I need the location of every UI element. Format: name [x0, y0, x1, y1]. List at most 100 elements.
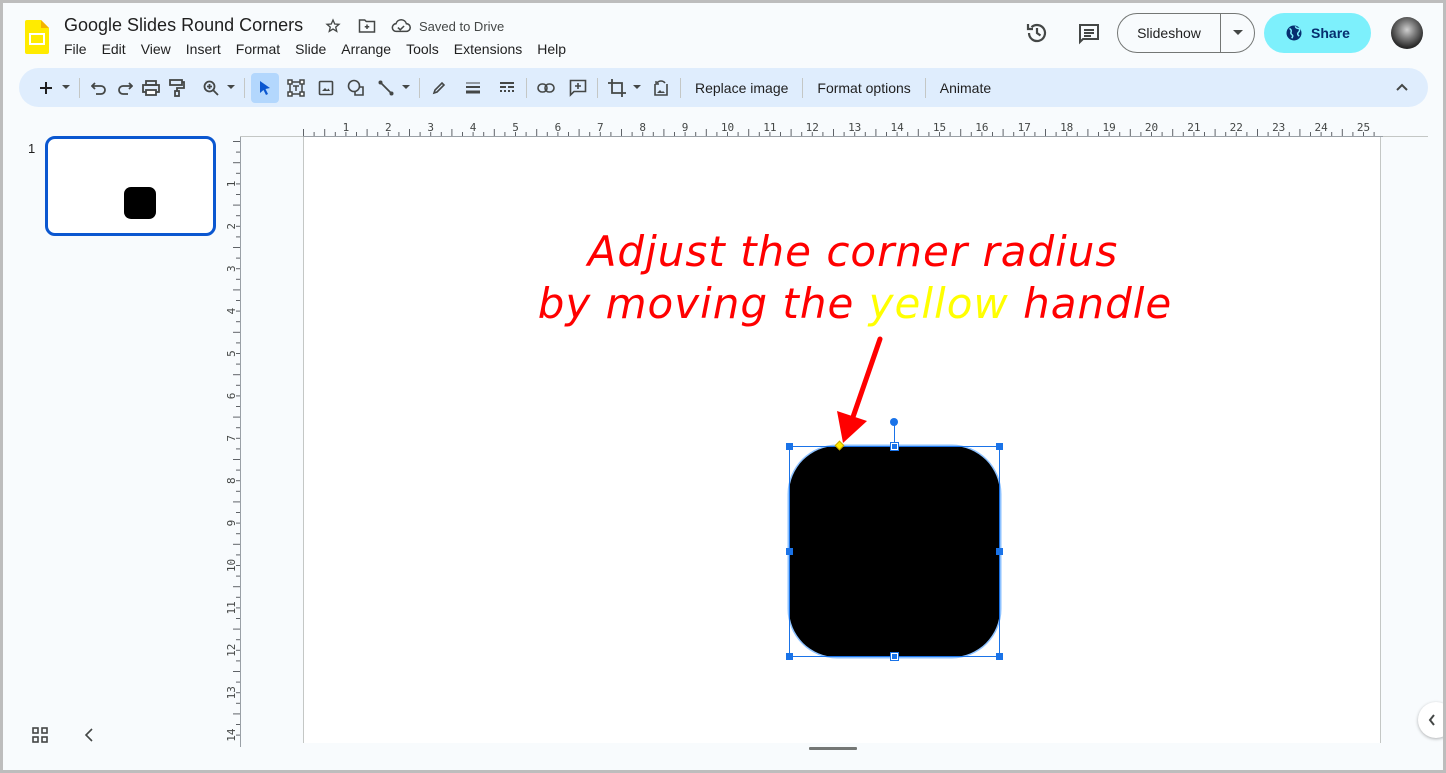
shapes-icon: [347, 79, 364, 96]
rounded-rectangle-shape[interactable]: [789, 446, 1000, 657]
menu-bar: File Edit View Insert Format Slide Arran…: [64, 41, 581, 57]
annotation-line-1: Adjust the corner radius: [587, 227, 1119, 276]
ruler-label: 2: [385, 121, 392, 134]
share-label: Share: [1311, 25, 1350, 41]
resize-handle-top-right[interactable]: [996, 443, 1003, 450]
ruler-label: 23: [1272, 121, 1285, 134]
undo-icon: [91, 81, 106, 95]
print-button[interactable]: [138, 73, 164, 103]
ruler-label: 4: [470, 121, 477, 134]
undo-button[interactable]: [86, 73, 112, 103]
menu-edit[interactable]: Edit: [102, 41, 133, 57]
caret-down-icon: [62, 85, 70, 89]
ruler-label: 11: [763, 121, 776, 134]
ruler-label: 4: [225, 307, 238, 314]
resize-handle-bottom[interactable]: [890, 652, 899, 661]
speaker-notes-drag-handle[interactable]: [809, 747, 857, 750]
border-weight-button[interactable]: [460, 73, 486, 103]
redo-button[interactable]: [112, 73, 138, 103]
resize-handle-right[interactable]: [996, 548, 1003, 555]
toolbar-divider: [419, 77, 420, 98]
crop-icon: [608, 78, 626, 97]
ruler-label: 13: [848, 121, 861, 134]
ruler-label: 13: [225, 686, 238, 699]
zoom-button[interactable]: [198, 73, 224, 103]
menu-extensions[interactable]: Extensions: [454, 41, 529, 57]
collapse-filmstrip-icon[interactable]: [83, 727, 95, 743]
horizontal-ruler[interactable]: 1 2 3 4 5 6 7 8 9 10 11 12 13 14 15 16 17 18 19 20 21 22 23 24 2…: [303, 115, 1383, 137]
new-slide-button[interactable]: [33, 73, 59, 103]
reset-image-icon: [654, 79, 668, 96]
border-color-button[interactable]: [426, 73, 452, 103]
ruler-label: 7: [225, 435, 238, 442]
comments-icon[interactable]: [1077, 22, 1101, 46]
menu-file[interactable]: File: [64, 41, 94, 57]
line-button[interactable]: [373, 73, 399, 103]
line-icon: [378, 80, 394, 95]
border-dash-icon: [500, 81, 514, 92]
ruler-label: 10: [721, 121, 734, 134]
version-history-icon[interactable]: [1025, 21, 1049, 45]
replace-image-button[interactable]: Replace image: [687, 73, 796, 103]
toolbar-divider: [802, 77, 804, 98]
chevron-up-icon: [1396, 83, 1408, 91]
ruler-label: 20: [1145, 121, 1158, 134]
ruler-label: 6: [225, 393, 238, 400]
link-icon: [537, 82, 555, 93]
vertical-ruler[interactable]: 1234567891011121314: [223, 137, 241, 747]
resize-handle-bottom-left[interactable]: [786, 653, 793, 660]
shape-button[interactable]: [343, 73, 369, 103]
grid-view-icon[interactable]: [32, 727, 48, 743]
zoom-dropdown[interactable]: [224, 73, 238, 103]
share-button[interactable]: Share: [1264, 13, 1371, 53]
star-icon[interactable]: [323, 16, 343, 36]
ruler-label: 21: [1187, 121, 1200, 134]
select-tool-button[interactable]: [251, 72, 279, 103]
slides-logo-icon[interactable]: [25, 20, 49, 54]
line-dropdown[interactable]: [399, 73, 413, 103]
text-box-button[interactable]: [283, 73, 309, 103]
ruler-label: 24: [1314, 121, 1328, 134]
border-dash-button[interactable]: [494, 73, 520, 103]
slide-thumbnail[interactable]: [45, 136, 216, 236]
crop-button[interactable]: [604, 73, 630, 103]
insert-link-button[interactable]: [533, 73, 559, 103]
new-slide-layout-dropdown[interactable]: [59, 73, 73, 103]
slide-number: 1: [28, 141, 36, 156]
red-arrow-icon: [837, 336, 883, 443]
collapse-toolbar-button[interactable]: [1392, 77, 1412, 97]
reset-image-button[interactable]: [648, 73, 674, 103]
crop-dropdown[interactable]: [630, 73, 644, 103]
format-options-button[interactable]: Format options: [809, 73, 918, 103]
ruler-label: 1: [343, 121, 350, 134]
menu-help[interactable]: Help: [537, 41, 573, 57]
move-folder-icon[interactable]: [357, 16, 377, 36]
ruler-label: 22: [1230, 121, 1243, 134]
cloud-saved-icon[interactable]: [391, 16, 411, 36]
toolbar-divider: [526, 77, 527, 98]
menu-insert[interactable]: Insert: [186, 41, 228, 57]
menu-tools[interactable]: Tools: [406, 41, 446, 57]
resize-handle-bottom-right[interactable]: [996, 653, 1003, 660]
toolbar-divider: [244, 77, 245, 98]
insert-image-button[interactable]: [313, 73, 339, 103]
resize-handle-left[interactable]: [786, 548, 793, 555]
slideshow-start-button[interactable]: Slideshow: [1118, 14, 1221, 52]
resize-handle-top[interactable]: [890, 442, 899, 451]
animate-button[interactable]: Animate: [932, 73, 999, 103]
ruler-label: 8: [225, 477, 238, 484]
annotation-text: handle: [1023, 279, 1173, 328]
document-title[interactable]: Google Slides Round Corners: [64, 15, 303, 36]
menu-arrange[interactable]: Arrange: [341, 41, 398, 57]
paint-format-button[interactable]: [164, 73, 190, 103]
menu-view[interactable]: View: [141, 41, 178, 57]
menu-slide[interactable]: Slide: [295, 41, 333, 57]
add-comment-button[interactable]: [565, 73, 591, 103]
slideshow-dropdown-button[interactable]: [1221, 30, 1254, 36]
account-avatar[interactable]: [1391, 17, 1423, 49]
zoom-icon: [203, 80, 219, 96]
resize-handle-top-left[interactable]: [786, 443, 793, 450]
menu-format[interactable]: Format: [236, 41, 287, 57]
rotate-handle[interactable]: [890, 418, 898, 426]
ruler-label: 5: [512, 121, 519, 134]
